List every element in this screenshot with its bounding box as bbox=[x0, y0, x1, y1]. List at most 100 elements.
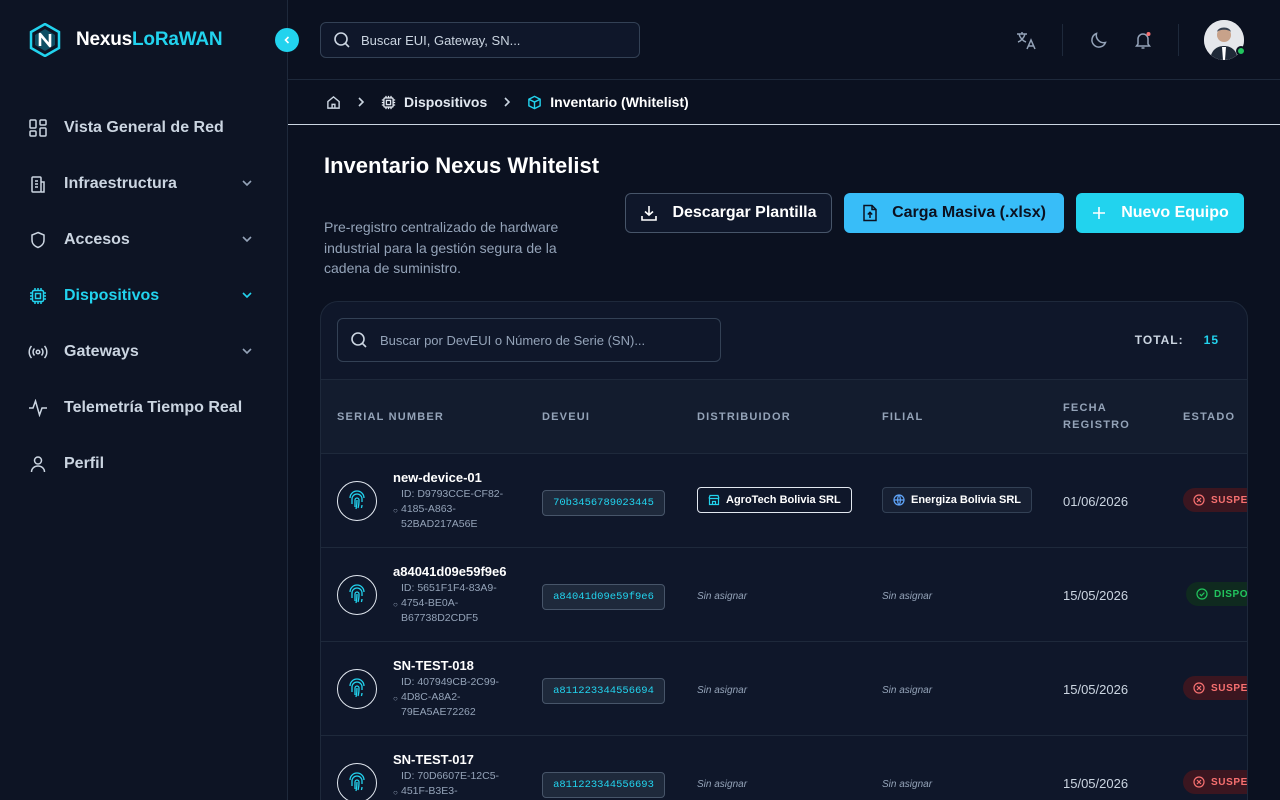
column-header[interactable]: FILIAL bbox=[882, 409, 923, 426]
button-label: Descargar Plantilla bbox=[672, 204, 817, 221]
x-circle-icon bbox=[1193, 682, 1205, 694]
device-id: ID: 5651F1F4-83A9-4754-BE0A-B67738D2CDF5 bbox=[401, 582, 497, 624]
column-header[interactable]: DISTRIBUIDOR bbox=[697, 409, 791, 426]
column-header[interactable]: DEVEUI bbox=[542, 409, 590, 426]
language-button[interactable] bbox=[1014, 28, 1038, 52]
download-template-button[interactable]: Descargar Plantilla bbox=[625, 193, 832, 233]
deveui-badge[interactable]: a811223344556693 bbox=[542, 772, 665, 798]
breadcrumb-label: Inventario (Whitelist) bbox=[550, 94, 689, 110]
table-row[interactable]: SN-TEST-018 ○ ID: 407949CB-2C99-4D8C-A8A… bbox=[321, 642, 1248, 736]
box-icon bbox=[528, 95, 542, 109]
sidebar-item-accesos[interactable]: Accesos bbox=[28, 212, 260, 268]
total-value: 15 bbox=[1203, 333, 1219, 347]
page-subtitle: Pre-registro centralizado de hardware in… bbox=[324, 219, 559, 276]
new-device-button[interactable]: Nuevo Equipo bbox=[1076, 193, 1244, 233]
sidebar-item-gateways[interactable]: Gateways bbox=[28, 324, 260, 380]
button-label: Nuevo Equipo bbox=[1121, 204, 1229, 221]
globe-icon bbox=[893, 494, 905, 506]
check-circle-icon bbox=[1196, 588, 1208, 600]
total-label: TOTAL: bbox=[1134, 333, 1184, 347]
filial-unassigned: Sin asignar bbox=[882, 591, 933, 602]
breadcrumb-label: Dispositivos bbox=[404, 94, 488, 110]
column-header[interactable]: SERIAL NUMBER bbox=[337, 409, 444, 426]
status-label: DISPONIBLE bbox=[1214, 588, 1248, 600]
inventory-table-card: TOTAL: 15 SERIAL NUMBER DEVEUI DISTRIBUI… bbox=[320, 301, 1248, 800]
registration-date: 15/05/2026 bbox=[1063, 776, 1129, 791]
table-search[interactable] bbox=[337, 318, 721, 362]
breadcrumb-home[interactable] bbox=[326, 95, 341, 110]
deveui-badge[interactable]: a811223344556694 bbox=[542, 678, 665, 704]
distributor-unassigned: Sin asignar bbox=[697, 685, 748, 696]
sidebar-item-dispositivos[interactable]: Dispositivos bbox=[28, 268, 260, 324]
deveui-badge[interactable]: 70b3456789023445 bbox=[542, 490, 665, 516]
sidebar-item-label: Dispositivos bbox=[64, 287, 160, 304]
chip-icon bbox=[28, 286, 48, 306]
brand[interactable]: NexusLoRaWAN bbox=[28, 22, 223, 58]
status-badge[interactable]: DISPONIBLE bbox=[1186, 582, 1248, 606]
breadcrumb-dispositivos[interactable]: Dispositivos bbox=[381, 94, 487, 110]
sidebar-item-label: Accesos bbox=[64, 231, 130, 248]
registration-date: 15/05/2026 bbox=[1063, 682, 1129, 697]
distributor-name: AgroTech Bolivia SRL bbox=[726, 494, 841, 506]
chevron-right-icon bbox=[504, 97, 511, 107]
device-id: ID: 407949CB-2C99-4D8C-A8A2-79EA5AE72262 bbox=[401, 676, 500, 718]
dot-icon: ○ bbox=[393, 694, 398, 703]
home-icon bbox=[327, 95, 340, 109]
chevron-down-icon bbox=[242, 180, 252, 187]
chevron-left-icon bbox=[284, 36, 290, 44]
translate-icon bbox=[1017, 32, 1036, 50]
global-search[interactable] bbox=[320, 22, 640, 58]
table-row[interactable]: new-device-01 ○ ID: D9793CCE-CF82-4185-A… bbox=[321, 454, 1248, 548]
serial-number: a84041d09e59f9e6 bbox=[393, 564, 507, 579]
page-title: Inventario Nexus Whitelist bbox=[324, 153, 600, 178]
serial-number: SN-TEST-018 bbox=[393, 658, 474, 673]
distributor-chip[interactable]: AgroTech Bolivia SRL bbox=[697, 487, 852, 513]
notifications-button[interactable] bbox=[1131, 28, 1155, 52]
serial-number: new-device-01 bbox=[393, 470, 482, 485]
broadcast-icon bbox=[28, 342, 48, 362]
status-label: SUSPENDIDO bbox=[1211, 776, 1248, 788]
shield-icon bbox=[28, 230, 48, 250]
sidebar-item-telemetria[interactable]: Telemetría Tiempo Real bbox=[28, 380, 260, 436]
x-circle-icon bbox=[1193, 494, 1205, 506]
deveui-badge[interactable]: a84041d09e59f9e6 bbox=[542, 584, 665, 610]
moon-icon bbox=[1091, 32, 1107, 48]
online-status-dot bbox=[1236, 46, 1246, 56]
breadcrumb: Dispositivos Inventario (Whitelist) bbox=[288, 80, 1280, 125]
fingerprint-icon bbox=[337, 575, 377, 615]
sidebar-item-label: Telemetría Tiempo Real bbox=[64, 399, 243, 416]
store-icon bbox=[708, 494, 720, 506]
status-badge[interactable]: SUSPENDIDO bbox=[1183, 676, 1248, 700]
sidebar-item-vista-general[interactable]: Vista General de Red bbox=[28, 100, 260, 156]
fingerprint-icon bbox=[337, 481, 377, 521]
chevron-right-icon bbox=[358, 97, 365, 107]
fingerprint-icon bbox=[337, 669, 377, 709]
filial-unassigned: Sin asignar bbox=[882, 685, 933, 696]
status-label: SUSPENDIDO bbox=[1211, 682, 1248, 694]
registration-date: 01/06/2026 bbox=[1063, 494, 1129, 509]
collapse-sidebar-button[interactable] bbox=[275, 28, 299, 52]
logo-icon bbox=[29, 23, 61, 57]
column-header[interactable]: ESTADO bbox=[1183, 409, 1235, 426]
x-circle-icon bbox=[1193, 776, 1205, 788]
table-row[interactable]: a84041d09e59f9e6 ○ ID: 5651F1F4-83A9-475… bbox=[321, 548, 1248, 642]
sidebar-item-infraestructura[interactable]: Infraestructura bbox=[28, 156, 260, 212]
filial-chip[interactable]: Energiza Bolivia SRL bbox=[882, 487, 1033, 513]
table-row[interactable]: SN-TEST-017 ○ ID: 70D6607E-12C5-451F-B3E… bbox=[321, 736, 1248, 800]
status-label: SUSPENDIDO bbox=[1211, 494, 1248, 506]
status-badge[interactable]: SUSPENDIDO bbox=[1183, 488, 1248, 512]
sidebar-nav: Vista General de Red Infraestructura Acc… bbox=[28, 100, 260, 492]
sidebar-item-label: Infraestructura bbox=[64, 175, 177, 192]
bulk-upload-button[interactable]: Carga Masiva (.xlsx) bbox=[844, 193, 1064, 233]
table-header: SERIAL NUMBER DEVEUI DISTRIBUIDOR FILIAL… bbox=[321, 379, 1247, 454]
column-header[interactable]: FECHA REGISTRO bbox=[1063, 400, 1143, 434]
sidebar-item-perfil[interactable]: Perfil bbox=[28, 436, 260, 492]
status-badge[interactable]: SUSPENDIDO bbox=[1183, 770, 1248, 794]
theme-toggle-button[interactable] bbox=[1087, 28, 1111, 52]
button-label: Carga Masiva (.xlsx) bbox=[892, 204, 1046, 221]
table-search-input[interactable] bbox=[380, 332, 720, 348]
building-icon bbox=[28, 174, 48, 194]
device-id: ID: D9793CCE-CF82-4185-A863-52BAD217A56E bbox=[401, 488, 504, 530]
topbar bbox=[288, 0, 1280, 80]
global-search-input[interactable] bbox=[361, 32, 621, 48]
